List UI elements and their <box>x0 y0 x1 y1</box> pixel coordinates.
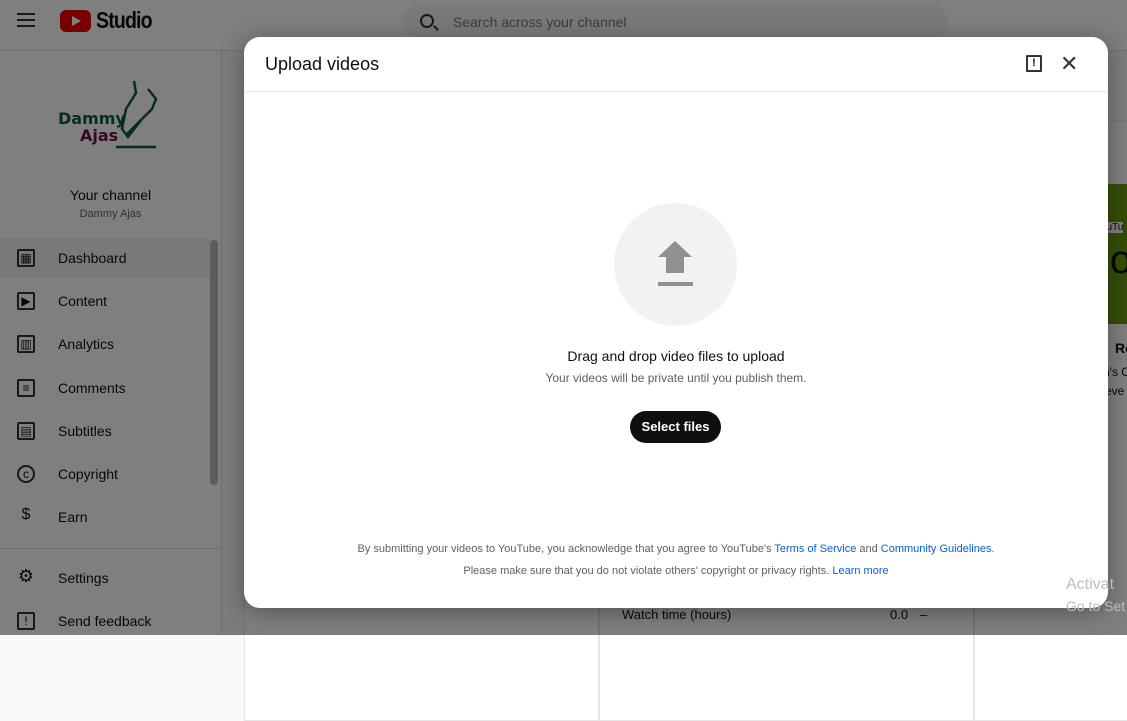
terms-of-service-link[interactable]: Terms of Service <box>774 543 856 555</box>
drag-drop-text: Drag and drop video files to upload <box>567 348 785 364</box>
legal-text-1: By submitting your videos to YouTube, yo… <box>357 543 775 555</box>
community-guidelines-link[interactable]: Community Guidelines <box>881 543 992 555</box>
legal-text: By submitting your videos to YouTube, yo… <box>244 543 1108 555</box>
legal-text-2: Please make sure that you do not violate… <box>463 565 833 577</box>
copyright-note: Please make sure that you do not violate… <box>244 565 1108 577</box>
feedback-icon[interactable]: ! <box>1026 55 1042 72</box>
close-icon[interactable]: ✕ <box>1060 53 1078 75</box>
legal-period: . <box>991 543 995 555</box>
upload-arrow-base <box>658 282 693 286</box>
legal-and: and <box>856 543 881 555</box>
windows-watermark-sub: Go to Set <box>1066 598 1126 614</box>
dialog-header: Upload videos ! ✕ <box>244 37 1108 92</box>
dialog-title: Upload videos <box>265 54 380 74</box>
private-note: Your videos will be private until you pu… <box>545 371 807 385</box>
upload-arrow-icon <box>658 241 692 257</box>
upload-dialog: Upload videos ! ✕ Drag and drop video fi… <box>244 37 1108 608</box>
upload-drop-zone[interactable] <box>614 203 737 326</box>
select-files-button[interactable]: Select files <box>630 411 721 443</box>
learn-more-link[interactable]: Learn more <box>832 565 888 577</box>
upload-arrow-stem <box>666 256 684 273</box>
windows-watermark: Activat <box>1066 576 1115 593</box>
